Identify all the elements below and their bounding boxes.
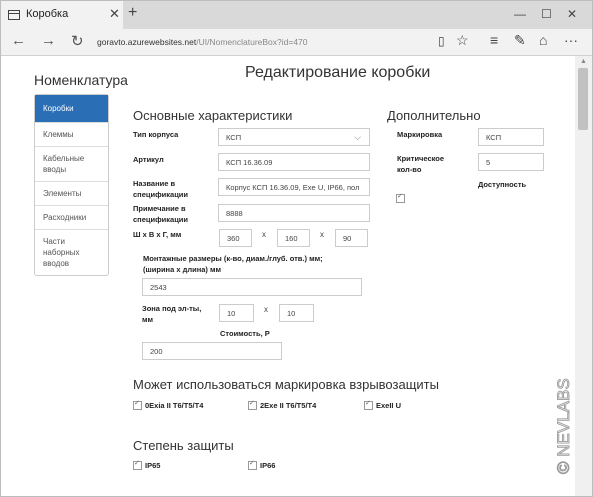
spec-note-label: Примечание в спецификации [133,204,189,224]
extra-section-title: Дополнительно [387,108,481,123]
reading-view-icon[interactable]: ▯ [438,34,445,48]
mount-sizes-label: Монтажные размеры (к-во, диам./глуб. отв… [143,254,323,274]
dimensions-label: Ш х В х Г, мм [133,230,182,239]
availability-label: Доступность [478,180,527,189]
zone-label: Зона под эл-ты, мм [142,304,202,324]
protection-section-title: Степень защиты [133,438,234,453]
article-label: Артикул [133,155,164,164]
cost-label: Стоимость, Р [220,329,270,338]
page-icon [8,10,20,20]
checkbox-2exe[interactable] [248,399,257,410]
note-icon[interactable]: ✎ [514,32,526,49]
depth-input[interactable]: 90 [335,229,368,247]
main-section-title: Основные характеристики [133,108,293,123]
option-ip65-label: IP65 [145,461,161,470]
favorite-star-icon[interactable]: ☆ [456,32,469,49]
minimize-icon[interactable]: — [514,7,526,21]
forward-icon[interactable]: → [41,32,56,49]
dim-separator: х [262,230,266,239]
maximize-icon[interactable]: ☐ [541,7,552,21]
case-type-value: КСП [226,133,242,142]
sidebar-item-terminals[interactable]: Клеммы [35,122,108,146]
tab-bar: Коробка ✕ + — ☐ ✕ [1,1,592,29]
scroll-thumb[interactable] [578,68,588,130]
spec-name-label: Название в спецификации [133,179,189,199]
case-type-label: Тип корпуса [133,130,179,139]
zone-separator: х [264,305,268,314]
option-0exia-label: 0Exia II T6/T5/T4 [145,401,204,410]
sidebar-item-boxes[interactable]: Коробки [35,95,108,122]
zone-b-input[interactable]: 10 [279,304,314,322]
new-tab-icon[interactable]: + [128,4,137,22]
checkbox-ip66[interactable] [248,459,257,470]
url-host: goravto.azurewebsites.net [97,37,197,47]
height-input[interactable]: 160 [277,229,310,247]
sidebar-title: Номенклатура [34,72,128,88]
width-input[interactable]: 360 [219,229,252,247]
critical-qty-label: Критическое кол-во [397,154,445,174]
case-type-select[interactable]: КСП ⌵ [218,128,370,146]
address-bar: ← → ↻ goravto.azurewebsites.net/UI/Nomen… [1,29,592,56]
spec-name-input[interactable]: Корпус КСП 16.36.09, Exe U, IP66, пол [218,178,370,196]
scroll-up-icon[interactable]: ▲ [580,58,587,65]
page-content: Номенклатура Коробки Клеммы Кабельные вв… [1,56,575,496]
checkbox-exeii-u[interactable] [364,399,373,410]
browser-window: Коробка ✕ + — ☐ ✕ ← → ↻ goravto.azureweb… [0,0,593,497]
sidebar-item-elements[interactable]: Элементы [35,181,108,205]
browser-tab[interactable]: Коробка ✕ [1,1,123,29]
marking-input[interactable]: КСП [478,128,544,146]
option-ip66-label: IP66 [260,461,276,470]
checkbox-ip65[interactable] [133,459,142,470]
zone-a-input[interactable]: 10 [219,304,254,322]
checkbox-0exia[interactable] [133,399,142,410]
watermark-text: © NEVLABS [554,378,573,474]
explosion-section-title: Может использоваться маркировка взрывоза… [133,377,439,392]
url-field[interactable]: goravto.azurewebsites.net/UI/Nomenclatur… [97,37,308,47]
chevron-down-icon: ⌵ [354,132,361,142]
sidebar-nav: Коробки Клеммы Кабельные вводы Элементы … [34,94,109,276]
marking-label: Маркировка [397,130,443,139]
mount-sizes-input[interactable]: 2543 [142,278,362,296]
url-path: /UI/NomenclatureBox?id=470 [196,37,308,47]
option-exeii-u-label: ExeII U [376,401,402,410]
sidebar-item-cable-glands[interactable]: Кабельные вводы [35,146,108,181]
nevlabs-watermark: © NEVLABS [554,378,574,475]
option-2exe-label: 2Exe II T6/T5/T4 [260,401,317,410]
more-icon[interactable]: ··· [564,32,578,48]
back-icon[interactable]: ← [11,32,26,49]
refresh-icon[interactable]: ↻ [71,32,84,50]
sidebar-item-consumables[interactable]: Расходники [35,205,108,229]
page-title: Редактирование коробки [245,64,431,81]
cost-input[interactable]: 200 [142,342,282,360]
share-icon[interactable]: ⌂ [539,32,547,48]
close-window-icon[interactable]: ✕ [567,7,577,21]
close-tab-icon[interactable]: ✕ [109,6,120,22]
spec-note-input[interactable]: 8888 [218,204,370,222]
tab-title: Коробка [26,8,69,20]
article-input[interactable]: КСП 16.36.09 [218,153,370,171]
dim-separator: х [320,230,324,239]
sidebar-item-gland-parts[interactable]: Части наборных вводов [35,229,108,275]
critical-qty-input[interactable]: 5 [478,153,544,171]
availability-checkbox[interactable] [396,192,405,203]
hub-icon[interactable]: ≡ [490,32,498,48]
